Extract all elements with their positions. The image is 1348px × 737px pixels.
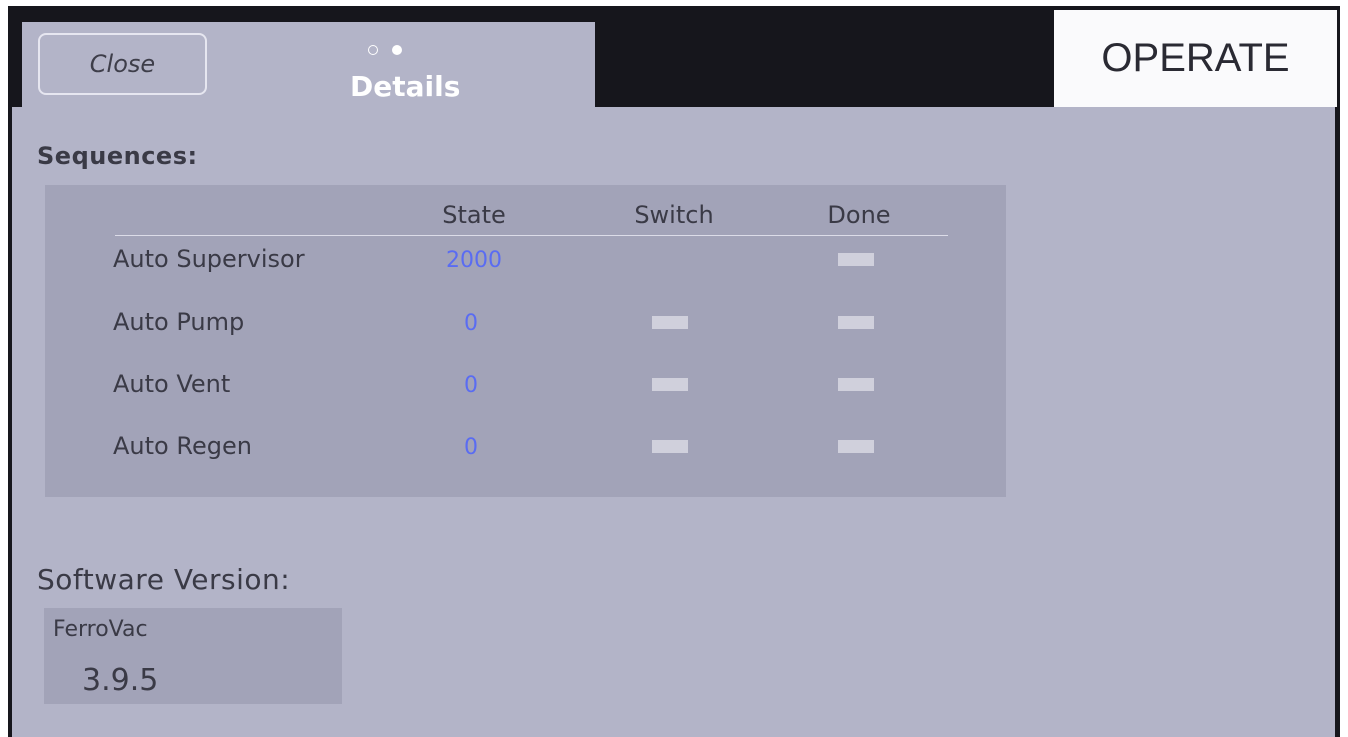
page-dot-2 bbox=[392, 45, 402, 55]
done-indicator-auto-pump bbox=[838, 316, 874, 329]
state-value-auto-pump: 0 bbox=[464, 311, 478, 336]
state-value-auto-regen: 0 bbox=[464, 435, 478, 460]
column-header-switch: Switch bbox=[634, 201, 714, 229]
page-indicator bbox=[368, 43, 418, 57]
sequences-label: Sequences: bbox=[37, 142, 198, 170]
software-version-number: 3.9.5 bbox=[82, 663, 159, 698]
state-value-auto-vent: 0 bbox=[464, 373, 478, 398]
header-divider bbox=[115, 235, 948, 236]
done-indicator-auto-vent bbox=[838, 378, 874, 391]
column-header-done: Done bbox=[827, 201, 891, 229]
column-header-state: State bbox=[442, 201, 506, 229]
switch-indicator-auto-pump bbox=[652, 316, 688, 329]
done-indicator-auto-supervisor bbox=[838, 253, 874, 266]
switch-indicator-auto-regen bbox=[652, 440, 688, 453]
page-title: Details bbox=[350, 70, 461, 103]
software-name: FerroVac bbox=[53, 617, 148, 642]
state-value-auto-supervisor: 2000 bbox=[446, 248, 502, 273]
row-label-auto-regen: Auto Regen bbox=[113, 432, 252, 460]
row-label-auto-vent: Auto Vent bbox=[113, 370, 231, 398]
operate-button[interactable]: OPERATE bbox=[1054, 10, 1337, 107]
switch-indicator-auto-vent bbox=[652, 378, 688, 391]
close-button[interactable]: Close bbox=[38, 33, 207, 95]
software-version-label: Software Version: bbox=[37, 563, 291, 596]
done-indicator-auto-regen bbox=[838, 440, 874, 453]
row-label-auto-pump: Auto Pump bbox=[113, 308, 245, 336]
page-dot-1 bbox=[368, 45, 378, 55]
row-label-auto-supervisor: Auto Supervisor bbox=[113, 245, 305, 273]
